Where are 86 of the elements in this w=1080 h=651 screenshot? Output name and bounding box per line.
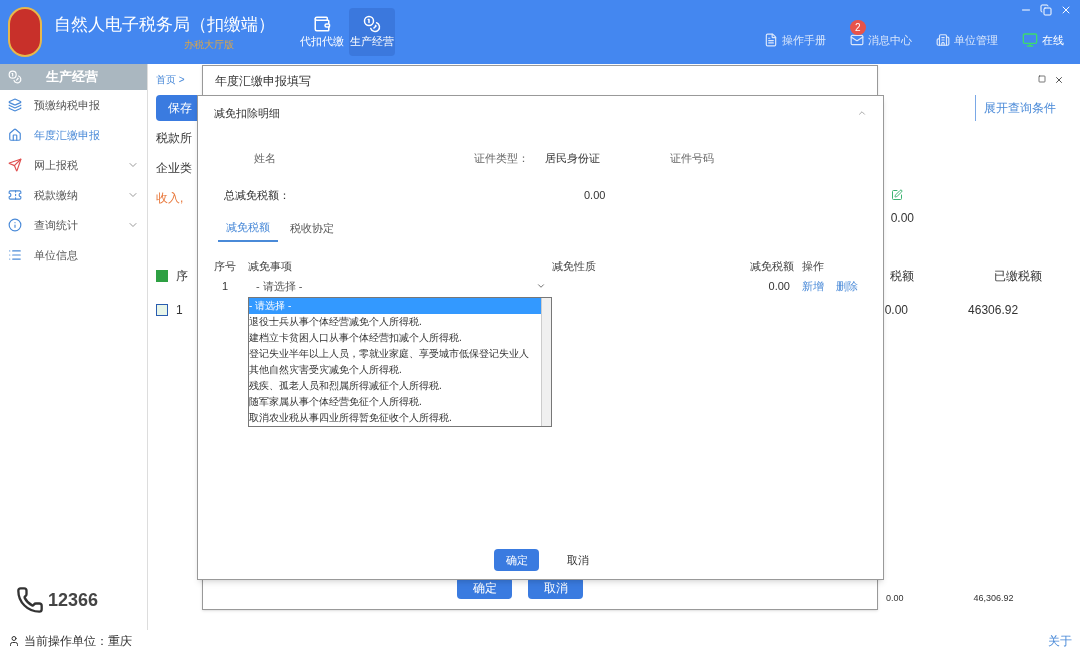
field-label: 税款所 <box>156 130 193 147</box>
restore-icon[interactable] <box>1040 4 1052 16</box>
sidebar-item[interactable]: 查询统计 <box>0 210 147 240</box>
layers-icon <box>8 98 22 112</box>
column-header: 序号 <box>214 258 237 274</box>
dropdown-option[interactable]: 登记失业半年以上人员，零就业家庭、享受城市低保登记失业人 <box>249 346 541 362</box>
dropdown-option[interactable]: 退役士兵从事个体经营减免个人所得税. <box>249 314 541 330</box>
send-icon <box>8 158 22 172</box>
table-header: 序 <box>176 268 188 285</box>
dropdown-option[interactable]: - 请选择 - <box>249 298 541 314</box>
action-link[interactable]: 新增 <box>802 278 824 295</box>
sidebar-item[interactable]: 税款缴纳 <box>0 180 147 210</box>
table-header: 已缴税额 <box>994 268 1042 285</box>
tax-amount: 0.00 <box>767 279 790 294</box>
column-header: 减免事项 <box>248 258 293 274</box>
about-link[interactable]: 关于 <box>1048 631 1072 650</box>
confirm-button[interactable]: 确定 <box>494 549 539 571</box>
user-icon <box>8 634 20 647</box>
amount-value: 0.00 <box>890 210 914 227</box>
toolbar-link[interactable]: 操作手册 <box>764 31 826 49</box>
row-index: 1 <box>221 279 230 294</box>
field-label: 证件号码 <box>670 151 714 166</box>
dropdown-option[interactable]: 其他自然灾害受灾减免个人所得税. <box>249 362 541 378</box>
sidebar-item[interactable]: 单位信息 <box>0 240 147 270</box>
current-unit: 当前操作单位：重庆 <box>24 632 132 650</box>
field-label: 企业类 <box>156 160 193 177</box>
online-status: 在线 <box>1042 32 1064 48</box>
table-cell-text: 0.00 <box>884 302 909 319</box>
breadcrumb: 首页 > <box>156 73 185 87</box>
dialog-tab[interactable]: 减免税额 <box>218 219 278 242</box>
column-header: 操作 <box>802 258 824 274</box>
column-header: 减免税额 <box>749 258 794 274</box>
expand-filter-link[interactable]: 展开查询条件 <box>975 95 1064 121</box>
dropdown-option[interactable]: 建档立卡贫困人口从事个体经营扣减个人所得税. <box>249 330 541 346</box>
list-icon <box>8 248 22 262</box>
sidebar-item[interactable]: 网上报税 <box>0 150 147 180</box>
field-value: 居民身份证 <box>545 151 600 166</box>
hotline-number: 12366 <box>48 588 99 612</box>
dropdown-option[interactable]: 残疾、孤老人员和烈属所得减征个人所得税. <box>249 378 541 394</box>
cancel-button[interactable]: 取消 <box>555 549 600 571</box>
module-tab[interactable]: 代扣代缴 <box>299 8 345 56</box>
edit-icon[interactable] <box>890 189 903 201</box>
header-checkbox[interactable] <box>156 270 168 282</box>
building-icon <box>936 33 950 47</box>
dropdown-option[interactable]: 随军家属从事个体经营免征个人所得税. <box>249 394 541 410</box>
table-cell-text: 46306.92 <box>968 302 1019 319</box>
dialog-title: 年度汇缴申报填写 <box>215 72 311 90</box>
home-icon <box>8 128 22 142</box>
item-select[interactable]: - 请选择 - <box>248 278 546 295</box>
table-cell-text: 1 <box>176 302 183 319</box>
app-title: 自然人电子税务局（扣缴端） <box>54 13 275 36</box>
dropdown-option[interactable]: 取消农业税从事四业所得暂免征收个人所得税. <box>249 410 541 426</box>
toolbar-link[interactable]: 单位管理 <box>936 31 998 49</box>
sidebar-item[interactable]: 预缴纳税申报 <box>0 90 147 120</box>
monitor-icon <box>1022 32 1038 48</box>
total-value: 0.00 <box>584 187 606 203</box>
wallet-icon <box>313 14 331 33</box>
document-icon <box>764 33 778 47</box>
total-label: 总减免税额： <box>224 187 291 203</box>
emblem-icon <box>8 7 42 57</box>
total-cell-text: 46,306.92 <box>973 592 1014 605</box>
ticket-icon <box>8 188 22 202</box>
table-header: 税额 <box>890 268 914 285</box>
action-link[interactable]: 删除 <box>836 278 858 295</box>
chevron-up-icon[interactable] <box>857 108 867 118</box>
dialog-title: 减免扣除明细 <box>214 105 280 121</box>
field-label: 姓名 <box>254 151 276 166</box>
hotline-icon <box>16 586 44 614</box>
close-icon[interactable] <box>1060 4 1072 16</box>
row-checkbox[interactable] <box>156 304 168 316</box>
column-header: 减免性质 <box>552 258 597 274</box>
sidebar-item[interactable]: 年度汇缴申报 <box>0 120 147 150</box>
module-tab[interactable]: 生产经营 <box>349 8 395 56</box>
envelope-icon <box>850 33 864 47</box>
message-badge: 2 <box>850 19 866 35</box>
coins-icon <box>363 14 381 33</box>
coins-icon <box>8 70 22 84</box>
close-icon[interactable] <box>1054 74 1064 85</box>
dialog-tab[interactable]: 税收协定 <box>282 219 342 242</box>
maximize-icon[interactable] <box>1038 74 1046 83</box>
sidebar-title: 生产经营 <box>46 68 98 87</box>
warning-text: 收入, <box>156 190 184 207</box>
total-cell-text: 0.00 <box>886 592 904 605</box>
info-icon <box>8 218 22 232</box>
app-subtitle: 办税大厅版 <box>184 38 235 53</box>
field-label: 证件类型： <box>474 151 529 166</box>
